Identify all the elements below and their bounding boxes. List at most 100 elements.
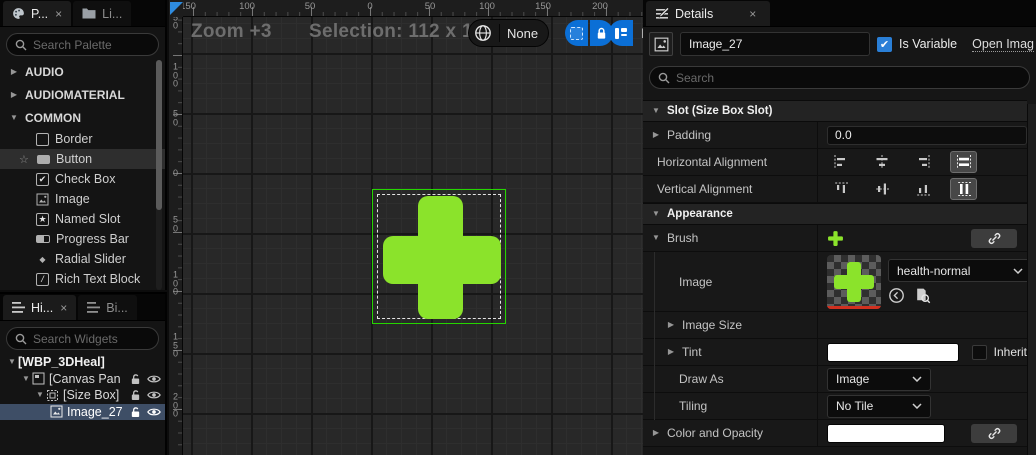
palette-item-richtextblock[interactable]: / Rich Text Block: [0, 269, 165, 289]
palette-item-radialslider[interactable]: ◆ Radial Slider: [0, 249, 165, 269]
visibility-eye-icon[interactable]: [147, 390, 161, 400]
widget-outlines-button[interactable]: [609, 20, 633, 46]
details-panel: Details × ✔ Is Variable Open Imag ▼ Slot …: [643, 0, 1036, 455]
valign-center-button[interactable]: [868, 178, 895, 200]
close-icon[interactable]: ×: [55, 8, 62, 20]
open-image-link[interactable]: Open Imag: [972, 37, 1034, 52]
dashed-outline-toggle-button[interactable]: [565, 20, 588, 46]
use-selected-asset-icon[interactable]: [888, 287, 905, 304]
halign-left-button[interactable]: [827, 151, 854, 173]
valign-top-button[interactable]: [827, 178, 854, 200]
section-appearance[interactable]: ▼ Appearance: [643, 203, 1027, 225]
section-slot[interactable]: ▼ Slot (Size Box Slot): [643, 100, 1027, 122]
hierarchy-search-input[interactable]: [33, 331, 150, 346]
close-icon[interactable]: ×: [60, 302, 67, 314]
palette-item-checkbox[interactable]: ✔ Check Box: [0, 169, 165, 189]
vertical-ruler: 150 100 50 0 50 100 150 200: [169, 4, 183, 455]
property-label: Image Size: [682, 318, 743, 332]
padding-input[interactable]: [827, 125, 1027, 145]
draw-as-dropdown[interactable]: Image: [827, 367, 931, 391]
brush-link-button[interactable]: [971, 228, 1017, 248]
tree-row-canvas-panel[interactable]: ▼ [Canvas Pane: [0, 371, 165, 388]
tab-hierarchy[interactable]: Hi... ×: [3, 295, 77, 320]
chevron-down-icon: [912, 403, 922, 409]
browse-to-asset-icon[interactable]: [914, 287, 931, 304]
collapsed-arrow-icon[interactable]: ▶: [665, 321, 677, 329]
collapsed-arrow-icon[interactable]: ▶: [650, 429, 662, 437]
chevron-down-icon: [912, 376, 922, 382]
palette-item-button[interactable]: ☆ Button: [0, 149, 165, 169]
tree-row-root[interactable]: ▼ [WBP_3DHeal]: [0, 354, 165, 371]
dashed-square-icon: [570, 26, 583, 40]
color-opacity-swatch[interactable]: [827, 423, 945, 443]
localization-preview-dropdown[interactable]: None: [468, 19, 550, 47]
halign-center-button[interactable]: [868, 151, 895, 173]
tab-bind-widgets[interactable]: Bi...: [78, 295, 137, 320]
unlocked-icon[interactable]: [130, 406, 141, 418]
scrollbar-thumb[interactable]: [156, 60, 162, 210]
row-image: Image health-normal: [643, 252, 1032, 312]
hierarchy-panel: Hi... × Bi... ▼ [WBP_3DHeal] ▼ [Canvas P…: [0, 292, 167, 455]
image-asset-thumbnail[interactable]: [827, 254, 881, 309]
halign-right-button[interactable]: [909, 151, 936, 173]
toolbar-r-label[interactable]: R: [633, 25, 643, 41]
tab-library[interactable]: Li...: [73, 1, 132, 26]
tab-palette[interactable]: P... ×: [3, 1, 72, 26]
details-search-input[interactable]: [676, 70, 1021, 85]
collapsed-arrow-icon[interactable]: ▶: [665, 348, 677, 356]
hierarchy-icon: [12, 302, 25, 313]
tree-row-image27[interactable]: Image_27: [0, 403, 165, 420]
chain-link-icon: [988, 427, 1000, 439]
tree-row-label: [Canvas Pane: [49, 371, 121, 386]
property-label: Tiling: [679, 399, 708, 413]
tree-row-size-box[interactable]: ▼ [Size Box]: [0, 387, 165, 404]
palette-category-audiomaterial[interactable]: ▶ AUDIOMATERIAL: [0, 83, 165, 106]
health-cross-horizontal-bar[interactable]: [383, 236, 501, 284]
details-scrollbar[interactable]: [1027, 104, 1036, 455]
section-label: Appearance: [667, 208, 733, 220]
visibility-eye-icon[interactable]: [147, 407, 161, 417]
item-label: Image: [55, 192, 90, 206]
palette-item-border[interactable]: Border: [0, 129, 165, 149]
color-link-button[interactable]: [971, 423, 1017, 443]
palette-item-image[interactable]: Image: [0, 189, 165, 209]
visibility-eye-icon[interactable]: [147, 374, 161, 384]
tab-hierarchy-label: Hi...: [31, 300, 54, 315]
favorite-star-icon[interactable]: ☆: [19, 153, 31, 166]
halign-fill-button[interactable]: [950, 151, 977, 173]
image-asset-dropdown[interactable]: health-normal: [888, 259, 1032, 282]
details-header: ✔ Is Variable Open Imag: [643, 31, 1036, 57]
tiling-dropdown[interactable]: No Tile: [827, 394, 931, 418]
valign-bottom-button[interactable]: [909, 178, 936, 200]
widget-name-input[interactable]: [680, 32, 870, 56]
unlocked-icon[interactable]: [130, 389, 141, 401]
lock-icon: [597, 27, 606, 39]
culture-preview-label: None: [507, 25, 539, 41]
hierarchy-tabbar: Hi... × Bi...: [0, 294, 165, 321]
palette-scrollbar[interactable]: [156, 60, 162, 290]
collapsed-arrow-icon[interactable]: ▶: [650, 131, 662, 139]
unlocked-icon[interactable]: [130, 373, 141, 385]
is-variable-label: Is Variable: [899, 37, 958, 51]
property-label: Tint: [682, 345, 702, 359]
ruler-label: 200: [592, 1, 608, 12]
palette-category-common[interactable]: ▼ COMMON: [0, 106, 165, 129]
search-icon: [15, 333, 27, 344]
is-variable-checkbox[interactable]: ✔: [877, 36, 892, 52]
ruler-label: 50: [304, 1, 316, 12]
palette-item-progressbar[interactable]: Progress Bar: [0, 229, 165, 249]
item-label: Rich Text Block: [55, 272, 141, 286]
tint-color-swatch[interactable]: [827, 342, 959, 362]
row-tiling: Tiling No Tile: [643, 393, 1027, 420]
valign-fill-button[interactable]: [950, 178, 977, 200]
expanded-arrow-icon[interactable]: ▼: [650, 234, 662, 242]
palette-search-input[interactable]: [33, 37, 150, 52]
tab-details[interactable]: Details ×: [646, 1, 771, 26]
chain-link-icon: [988, 232, 1000, 244]
selected-widget-bounds[interactable]: [372, 189, 506, 324]
close-icon[interactable]: ×: [749, 8, 756, 20]
designer-canvas[interactable]: 150 100 50 0 50 100 150 200 150 100 50 0…: [169, 0, 643, 455]
palette-item-namedslot[interactable]: ★ Named Slot: [0, 209, 165, 229]
inherit-checkbox[interactable]: [971, 344, 987, 360]
palette-category-audio[interactable]: ▶ AUDIO: [0, 60, 165, 83]
